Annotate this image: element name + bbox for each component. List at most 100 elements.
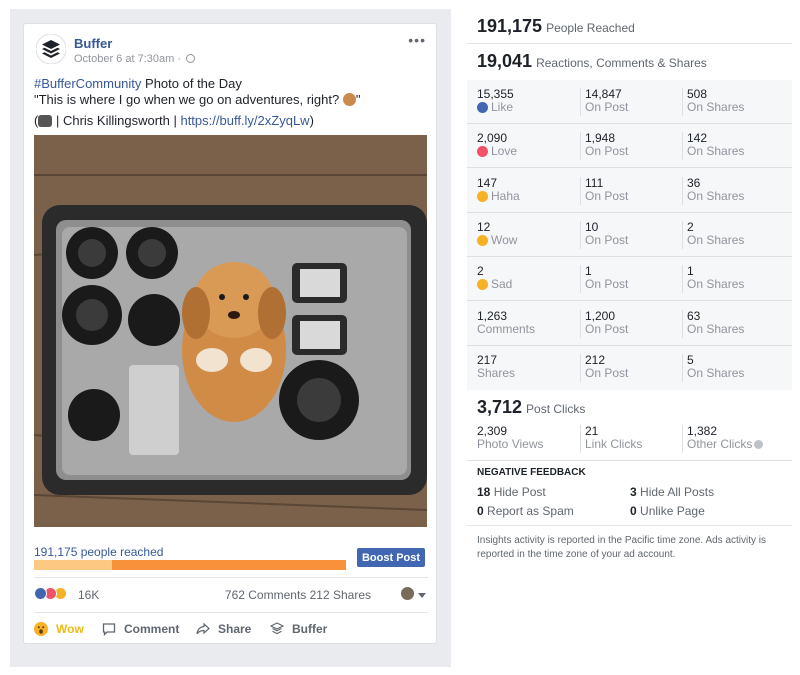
- sad-icon: [477, 279, 488, 291]
- page-name-link[interactable]: Buffer: [74, 36, 112, 51]
- engagement-breakdown: 15,355 Like 14,847 On Post 508 On Shares 2,090…: [467, 80, 792, 390]
- row-on-shares: 63 On Shares: [682, 308, 744, 338]
- row-on-shares: 1 On Shares: [682, 265, 745, 294]
- post-text: #BufferCommunity Photo of the Day "This …: [34, 76, 426, 129]
- row-total: 217 Shares: [477, 353, 515, 380]
- credit-close: ): [309, 113, 314, 128]
- chevron-down-icon[interactable]: [418, 593, 426, 598]
- hide-all-value: 3: [630, 485, 637, 499]
- insights-panel: 191,175 People Reached 19,041 Reactions, C…: [467, 9, 792, 567]
- hashtag-link[interactable]: #BufferCommunity: [34, 76, 141, 91]
- hide-post-value: 18: [477, 485, 491, 499]
- engagement-row: 2 Sad 1 On Post 1 On Shares: [467, 257, 792, 302]
- report-spam-stat: 0 Report as Spam: [477, 504, 574, 518]
- boost-post-button[interactable]: Boost Post: [357, 548, 425, 567]
- comment-button[interactable]: Comment: [102, 620, 182, 638]
- globe-icon: [186, 54, 196, 63]
- dog-emoji-icon: [342, 93, 356, 106]
- divider: [34, 612, 428, 613]
- people-reached-label[interactable]: 191,175 people reached: [34, 545, 163, 559]
- divider: [467, 525, 792, 526]
- photo-credit: | Chris Killingsworth |: [52, 113, 181, 128]
- photo-views: 2,309 Photo Views: [477, 425, 544, 451]
- row-total: 12 Wow: [477, 220, 518, 247]
- row-name-text: Sad: [491, 277, 513, 292]
- buffer-icon: [270, 622, 284, 635]
- on-shares-label: On Shares: [687, 188, 745, 203]
- buffer-button[interactable]: Buffer: [270, 620, 340, 638]
- reaction-count[interactable]: 16K: [78, 588, 99, 602]
- post-photo[interactable]: [34, 135, 427, 527]
- row-name-text: Wow: [491, 232, 518, 247]
- on-post-value: 10: [585, 219, 599, 234]
- engagement-row: 15,355 Like 14,847 On Post 508 On Shares: [467, 80, 792, 124]
- comment-icon: [102, 623, 116, 636]
- other-clicks-label: Other Clicks: [687, 437, 764, 451]
- row-on-post: 1 On Post: [580, 265, 628, 294]
- comment-label: Comment: [124, 622, 180, 636]
- share-icon: [196, 622, 210, 635]
- row-total: 2 Sad: [477, 265, 512, 291]
- engagement-value: 19,041: [477, 51, 533, 71]
- row-on-shares: 142 On Shares: [682, 132, 745, 161]
- post-quote: "This is where I go when we go on advent…: [34, 92, 343, 107]
- hide-all-label: Hide All Posts: [640, 485, 715, 499]
- share-button[interactable]: Share: [196, 620, 256, 638]
- photo-views-label: Photo Views: [477, 437, 544, 451]
- row-total: 1,263 Comments: [477, 309, 535, 336]
- post-timestamp[interactable]: October 6 at 7:30am ·: [74, 53, 196, 65]
- on-post-label: On Post: [585, 321, 629, 336]
- on-post-label: On Post: [585, 365, 629, 380]
- on-shares-label: On Shares: [687, 277, 745, 292]
- on-shares-label: On Shares: [687, 365, 745, 380]
- on-shares-value: 36: [687, 175, 701, 190]
- people-reached-value: 191,175: [477, 16, 543, 36]
- on-post-value: 1,200: [585, 308, 616, 323]
- post-clicks: 3,712 Post Clicks: [477, 397, 585, 418]
- wow-icon: [34, 622, 48, 636]
- on-shares-label: On Shares: [687, 144, 745, 159]
- row-name-text: Haha: [491, 188, 520, 203]
- on-post-label: On Post: [585, 232, 629, 247]
- row-name: Haha: [477, 188, 520, 203]
- credit-link[interactable]: https://buff.ly/2xZyqLw: [180, 113, 309, 128]
- unlike-value: 0: [630, 504, 637, 518]
- insights-footnote: Insights activity is reported in the Pac…: [477, 535, 767, 560]
- on-post-value: 111: [585, 175, 604, 190]
- engagement-row: 217 Shares 212 On Post 5 On Shares: [467, 346, 792, 390]
- on-post-label: On Post: [585, 188, 629, 203]
- row-on-post: 111 On Post: [580, 175, 629, 205]
- on-shares-value: 2: [687, 219, 694, 234]
- engagement-row: 1,263 Comments 1,200 On Post 63 On Shares: [467, 302, 792, 346]
- divider: [467, 460, 792, 461]
- spam-label: Report as Spam: [487, 504, 574, 518]
- row-name-text: Like: [491, 100, 514, 114]
- engagement-row: 2,090 Love 1,948 On Post 142 On Shares: [467, 124, 792, 169]
- viewer-avatar[interactable]: [401, 587, 414, 600]
- info-icon[interactable]: [754, 440, 764, 449]
- clicks-breakdown: 2,309 Photo Views 21 Link Clicks 1,382 Othe…: [467, 417, 792, 461]
- other-clicks-text: Other Clicks: [687, 437, 753, 451]
- row-name: Like: [477, 101, 514, 114]
- post-text-title: Photo of the Day: [141, 76, 242, 91]
- buffer-logo-icon[interactable]: [36, 34, 66, 64]
- comments-shares-count[interactable]: 762 Comments 212 Shares: [225, 588, 371, 602]
- row-on-post: 212 On Post: [580, 353, 629, 382]
- on-shares-value: 63: [687, 308, 701, 323]
- share-label: Share: [218, 622, 252, 636]
- more-options-icon[interactable]: •••: [408, 32, 426, 48]
- divider: [467, 43, 792, 44]
- unlike-label: Unlike Page: [640, 504, 705, 518]
- engagement-row: 12 Wow 10 On Post 2 On Shares: [467, 213, 792, 257]
- wow-reaction-button[interactable]: Wow: [34, 620, 94, 638]
- link-clicks-label: Link Clicks: [585, 437, 643, 451]
- post-card: Buffer October 6 at 7:30am · ••• #Buffer…: [23, 23, 437, 644]
- haha-icon: [477, 190, 488, 202]
- row-on-shares: 2 On Shares: [682, 219, 744, 249]
- row-total: 2,090 Love: [477, 132, 517, 158]
- divider: [34, 577, 428, 578]
- people-reached-label: People Reached: [546, 21, 635, 35]
- post-clicks-value: 3,712: [477, 397, 523, 417]
- post-quote-end: ": [355, 92, 361, 107]
- on-post-label: On Post: [585, 144, 629, 159]
